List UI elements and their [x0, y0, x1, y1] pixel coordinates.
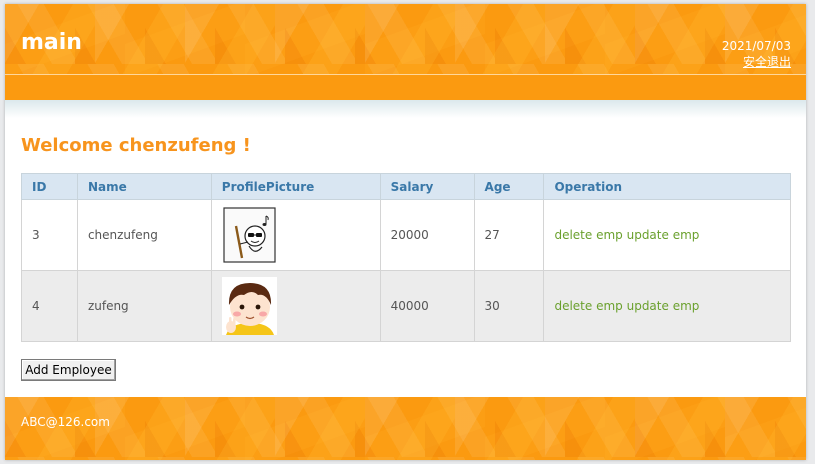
update-emp-link[interactable]: update emp [627, 228, 700, 242]
column-header-id: ID [21, 173, 78, 200]
navbar-shadow [5, 100, 806, 118]
table-header-row: ID Name ProfilePicture Salary Age Operat… [21, 173, 791, 200]
update-emp-link[interactable]: update emp [627, 299, 700, 313]
column-header-picture: ProfilePicture [210, 173, 381, 200]
cell-age: 27 [473, 199, 545, 271]
cell-operation: delete emp update emp [543, 199, 791, 271]
cell-name: chenzufeng [76, 199, 212, 271]
column-header-salary: Salary [379, 173, 475, 200]
delete-emp-link[interactable]: delete emp [554, 299, 622, 313]
doodle-avatar-image [223, 207, 276, 263]
page-frame: main 2021/07/03 安全退出 Welcome chenzufeng … [5, 4, 806, 460]
footer-email: ABC@126.com [21, 415, 110, 429]
add-employee-button[interactable]: Add Employee [21, 359, 116, 381]
cell-salary: 20000 [379, 199, 475, 271]
cell-id: 4 [21, 270, 78, 342]
navbar [5, 75, 806, 100]
date-text: 2021/07/03 [721, 39, 791, 53]
column-header-operation: Operation [543, 173, 791, 200]
cell-operation: delete emp update emp [543, 270, 791, 342]
footer: ABC@126.com [5, 397, 806, 460]
column-header-age: Age [473, 173, 545, 200]
cell-picture [210, 270, 381, 342]
table-row: 4 zufeng 40000 30 delete emp update emp [21, 270, 791, 342]
logo: main [21, 30, 82, 55]
logout-link[interactable]: 安全退出 [743, 55, 791, 69]
cell-name: zufeng [76, 270, 212, 342]
table-row: 3 chenzufeng 20000 27 delete emp update … [21, 199, 791, 271]
column-header-name: Name [76, 173, 212, 200]
cell-salary: 40000 [379, 270, 475, 342]
cell-age: 30 [473, 270, 545, 342]
cell-id: 3 [21, 199, 78, 271]
employee-table: ID Name ProfilePicture Salary Age Operat… [21, 173, 791, 342]
delete-emp-link[interactable]: delete emp [554, 228, 622, 242]
header: main 2021/07/03 安全退出 [5, 4, 806, 74]
cartoon-boy-avatar-image [221, 277, 277, 335]
welcome-heading: Welcome chenzufeng ! [21, 135, 251, 156]
cell-picture [210, 199, 381, 271]
header-info: 2021/07/03 安全退出 [722, 38, 791, 70]
